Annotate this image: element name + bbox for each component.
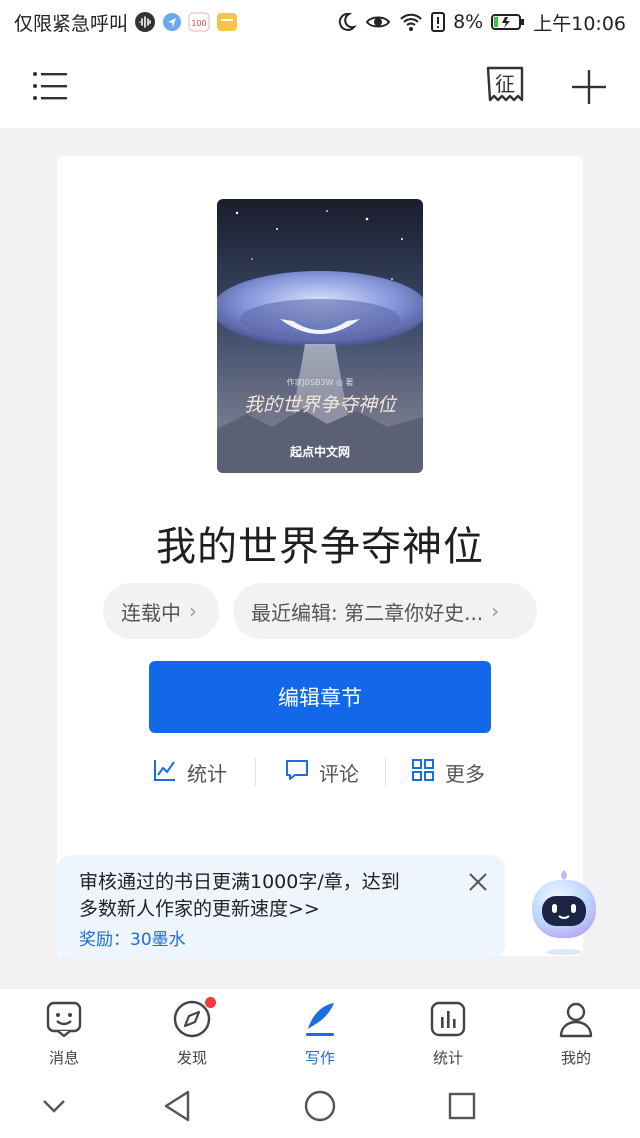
moon-icon — [335, 11, 357, 33]
solicit-icon-text: 征 — [495, 72, 515, 96]
svg-text:100: 100 — [191, 19, 206, 28]
tip-line-1: 审核通过的书日更满1000字/章，达到 — [79, 871, 400, 893]
compass-icon — [172, 997, 216, 1039]
voice-icon — [134, 11, 156, 33]
battery-percent: 8% — [453, 11, 484, 33]
more-action[interactable]: 更多 — [411, 750, 485, 794]
solicit-contest-icon[interactable]: 征 — [486, 66, 524, 106]
pen-icon — [300, 999, 340, 1039]
top-app-bar: 征 — [0, 44, 640, 128]
chevron-right-icon: › — [491, 599, 500, 623]
cover-title: 我的世界争夺神位 — [244, 394, 398, 416]
book-actions: 统计 评论 更多 — [57, 750, 583, 794]
wifi-icon — [399, 11, 423, 33]
message-icon — [44, 999, 84, 1039]
close-icon[interactable] — [467, 871, 489, 893]
nav-stats-label: 统计 — [432, 1049, 463, 1067]
nav-write[interactable]: 写作 — [280, 999, 360, 1068]
update-tip-bubble[interactable]: 审核通过的书日更满1000字/章，达到 多数新人作家的更新速度>> 奖励：30墨… — [57, 855, 505, 959]
edit-chapter-button[interactable]: 编辑章节 — [149, 661, 491, 733]
back-icon[interactable] — [160, 1088, 196, 1124]
eye-icon — [365, 11, 391, 33]
battery-icon — [491, 12, 525, 32]
notes-app-icon — [216, 11, 238, 33]
clock: 上午10:06 — [533, 12, 626, 35]
divider — [255, 758, 256, 786]
book-card: 作家J0SB3W ◎ 著 我的世界争夺神位 起点中文网 我的世界争夺神位 连载中… — [57, 156, 583, 956]
nav-profile[interactable]: 我的 — [536, 999, 616, 1068]
nav-stats[interactable]: 统计 — [408, 999, 488, 1068]
chart-icon — [153, 758, 177, 787]
bottom-nav: 消息 发现 写作 统计 我的 — [0, 988, 640, 1074]
plus-icon[interactable] — [572, 70, 606, 104]
app-notify-icon — [162, 12, 182, 32]
calendar-app-icon: 100 — [188, 11, 210, 33]
assistant-robot-icon[interactable] — [528, 866, 600, 956]
nav-profile-label: 我的 — [560, 1049, 591, 1067]
tip-line-2: 多数新人作家的更新速度>> — [79, 898, 320, 920]
cover-author: 作家J0SB3W ◎ 著 — [286, 377, 353, 387]
more-action-label: 更多 — [445, 761, 485, 786]
recent-edit-label: 最近编辑: 第二章你好史... — [251, 600, 484, 625]
sim-alert-icon — [431, 11, 446, 33]
chevron-down-icon[interactable] — [36, 1088, 72, 1124]
comments-action-label: 评论 — [319, 761, 359, 786]
tip-reward: 奖励：30墨水 — [79, 930, 186, 950]
recent-edit-chip[interactable]: 最近编辑: 第二章你好史... › — [233, 583, 537, 639]
carrier-text: 仅限紧急呼叫 — [14, 12, 129, 35]
stats-action-label: 统计 — [187, 761, 227, 786]
book-cover[interactable]: 作家J0SB3W ◎ 著 我的世界争夺神位 起点中文网 — [217, 199, 423, 473]
profile-icon — [556, 999, 596, 1039]
status-bar: 仅限紧急呼叫 100 8% 上午10:06 — [0, 0, 640, 44]
nav-write-label: 写作 — [304, 1049, 335, 1067]
home-icon[interactable] — [302, 1088, 338, 1124]
cover-publisher: 起点中文网 — [289, 444, 350, 459]
book-title: 我的世界争夺神位 — [156, 524, 484, 570]
nav-messages[interactable]: 消息 — [24, 999, 104, 1068]
tip-text: 审核通过的书日更满1000字/章，达到 多数新人作家的更新速度>> — [79, 869, 439, 923]
nav-discover-label: 发现 — [176, 1049, 207, 1067]
nav-messages-label: 消息 — [48, 1049, 79, 1067]
stats-icon — [428, 999, 468, 1039]
status-chip-label: 连载中 — [121, 600, 181, 625]
system-nav-bar — [0, 1074, 640, 1138]
comments-action[interactable]: 评论 — [285, 750, 359, 794]
grid-icon — [411, 758, 435, 787]
status-chip[interactable]: 连载中 › — [103, 583, 219, 639]
menu-icon[interactable] — [32, 70, 68, 102]
recents-icon[interactable] — [444, 1088, 480, 1124]
comment-icon — [285, 758, 309, 787]
nav-discover[interactable]: 发现 — [152, 997, 232, 1068]
notification-badge — [205, 997, 216, 1008]
chevron-right-icon: › — [189, 599, 197, 623]
stats-action[interactable]: 统计 — [153, 750, 227, 794]
divider — [385, 758, 386, 786]
